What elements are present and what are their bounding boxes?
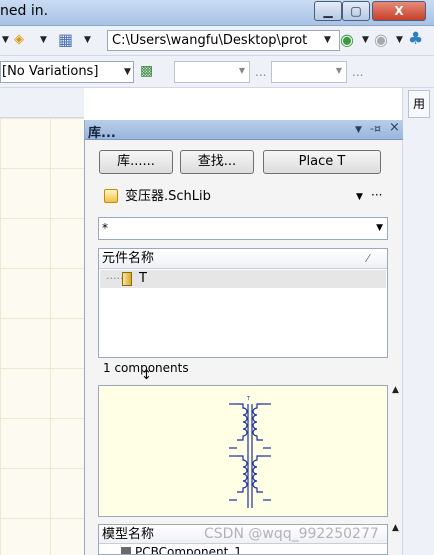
chevron-down-icon: ▼ (376, 223, 383, 233)
navigation-toolbar: ▼ ◈ ▼ ▦ ▼ C:\Users\wangfu\Desktop\prot ▼… (0, 26, 434, 56)
component-icon (122, 272, 132, 286)
chevron-down-icon[interactable]: ▼ (324, 35, 331, 45)
panel-header: 库... ▼ -¤ × (85, 120, 403, 141)
libraries-button[interactable]: 库...... (99, 150, 173, 174)
chevron-down-icon[interactable]: ▼ (124, 67, 131, 77)
variation-select[interactable]: [No Variations] (0, 61, 134, 83)
svg-text:T: T (246, 396, 251, 402)
panel-menu-icon[interactable]: ▼ (355, 125, 362, 135)
nav-arrow-icon[interactable]: ◈ (14, 32, 24, 47)
go-forward-icon[interactable]: ◉ (374, 30, 388, 49)
model-column-label: 模型名称 (102, 527, 155, 542)
combo-box-2[interactable]: ▼ (271, 61, 347, 83)
chevron-down-icon[interactable]: ▼ (84, 35, 91, 45)
chevron-down-icon: ▼ (238, 66, 245, 75)
libraries-panel: 库... ▼ -¤ × 库...... 查找... Place T 变压器.Sc… (84, 120, 403, 555)
close-icon[interactable]: × (389, 120, 400, 135)
scroll-up-icon[interactable]: ▲ (392, 523, 399, 533)
library-icon (104, 189, 118, 203)
address-text: C:\Users\wangfu\Desktop\prot (112, 33, 308, 48)
component-column-header[interactable]: 元件名称 ⁄ (99, 249, 387, 269)
home-icon[interactable]: ♣ (408, 29, 423, 49)
side-panel-tab[interactable]: 用 (408, 90, 430, 118)
schematic-sheet[interactable] (0, 118, 84, 555)
list-item[interactable]: ····· T (100, 270, 386, 288)
side-panel-strip (402, 88, 434, 555)
pin-icon[interactable]: -¤ (370, 122, 381, 135)
chevron-down-icon: ▼ (335, 66, 342, 75)
address-input[interactable]: C:\Users\wangfu\Desktop\prot (107, 30, 340, 51)
tree-line-icon: ····· (106, 272, 124, 285)
more-options-button[interactable]: ··· (371, 184, 382, 206)
chevron-down-icon[interactable]: ▼ (362, 35, 369, 45)
panel-title: 库... (88, 126, 116, 141)
model-name: PCBComponent_1 (135, 545, 242, 555)
component-name: T (139, 271, 147, 286)
window-titlebar: ned in. ▁ ▢ X (0, 0, 434, 26)
maximize-button[interactable]: ▢ (342, 1, 370, 21)
variation-text: [No Variations] (2, 64, 99, 79)
transformer-symbol: T (229, 396, 271, 508)
grid-icon[interactable]: ▦ (58, 30, 73, 49)
sheet-tab-strip (0, 88, 84, 118)
sort-icon[interactable]: ⁄ (367, 249, 369, 269)
chevron-down-icon: ▼ (356, 192, 363, 202)
footprint-icon (121, 547, 131, 554)
library-select[interactable]: 变压器.SchLib ▼ ··· (98, 186, 388, 208)
scroll-up-icon[interactable]: ▲ (392, 385, 399, 395)
component-preview: T (98, 385, 388, 517)
filter-input[interactable]: * ▼ (98, 217, 388, 240)
place-button[interactable]: Place T (263, 150, 381, 174)
chip-icon[interactable]: ▩ (140, 63, 153, 79)
close-window-button[interactable]: X (372, 1, 426, 21)
component-column-label: 元件名称 (102, 251, 155, 266)
watermark: CSDN @wqq_992250277 (204, 526, 379, 542)
component-list: 元件名称 ⁄ ····· T (98, 248, 388, 358)
combo-box-1[interactable]: ▼ (174, 61, 250, 83)
library-name: 变压器.SchLib (125, 189, 211, 204)
chevron-down-icon[interactable]: ▼ (40, 35, 47, 45)
chevron-down-icon[interactable]: ▼ (2, 35, 9, 45)
resize-icon[interactable]: ↕ (141, 369, 152, 382)
more-button[interactable]: ... (352, 65, 363, 79)
filter-text: * (102, 221, 108, 235)
search-button[interactable]: 查找... (180, 150, 254, 174)
window-title: ned in. (0, 3, 49, 19)
more-button[interactable]: ... (255, 65, 266, 79)
chevron-down-icon[interactable]: ▼ (396, 35, 403, 45)
minimize-button[interactable]: ▁ (314, 1, 342, 21)
go-back-icon[interactable]: ◉ (340, 30, 354, 49)
list-item[interactable]: PCBComponent_1 (121, 545, 242, 555)
